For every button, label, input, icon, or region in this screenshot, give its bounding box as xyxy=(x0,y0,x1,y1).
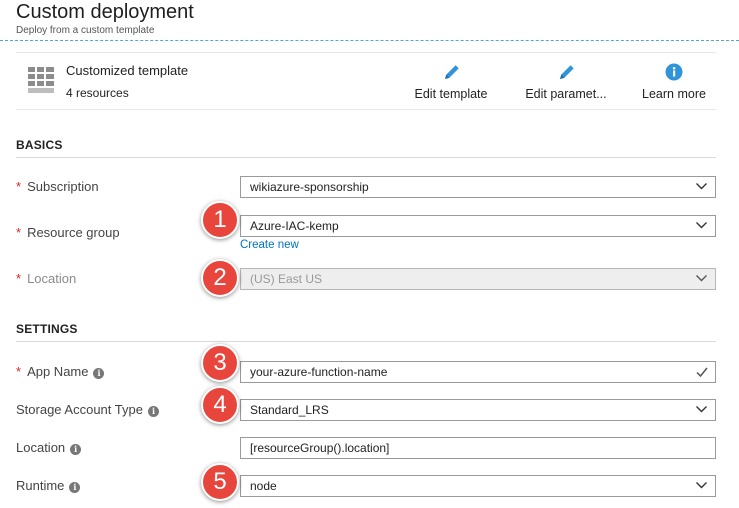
template-resource-count: 4 resources xyxy=(66,86,129,100)
callout-number-5: 5 xyxy=(201,463,239,501)
location-label: * Location xyxy=(16,271,77,286)
runtime-label: Runtime i xyxy=(16,478,81,493)
chevron-down-icon xyxy=(696,482,707,489)
section-settings-heading: SETTINGS xyxy=(16,322,716,342)
subscription-label: * Subscription xyxy=(16,179,99,194)
required-marker: * xyxy=(16,364,22,379)
runtime-select[interactable]: node xyxy=(240,475,716,497)
checkmark-icon xyxy=(696,367,708,378)
edit-template-label: Edit template xyxy=(414,87,488,101)
callout-number-4: 4 xyxy=(201,386,239,424)
chevron-down-icon xyxy=(696,183,707,190)
template-grid-icon xyxy=(28,67,54,93)
app-name-label: * App Name i xyxy=(16,364,105,379)
template-name: Customized template xyxy=(66,63,189,78)
required-marker: * xyxy=(16,271,22,286)
info-icon[interactable]: i xyxy=(70,444,82,455)
pencil-icon xyxy=(445,65,459,79)
edit-template-button[interactable]: Edit template xyxy=(408,62,494,101)
create-new-resource-group-link[interactable]: Create new xyxy=(240,239,299,251)
resource-group-select[interactable]: Azure-IAC-kemp xyxy=(240,215,716,237)
learn-more-button[interactable]: Learn more xyxy=(636,62,712,101)
chevron-down-icon xyxy=(696,275,707,282)
chevron-down-icon xyxy=(696,222,707,229)
resource-group-label: * Resource group xyxy=(16,225,120,240)
info-icon[interactable]: i xyxy=(147,406,159,417)
callout-number-2: 2 xyxy=(201,259,239,297)
edit-parameters-label: Edit paramet... xyxy=(525,87,607,101)
settings-location-label: Location i xyxy=(16,440,82,455)
subscription-select[interactable]: wikiazure-sponsorship xyxy=(240,176,716,198)
learn-more-label: Learn more xyxy=(642,87,706,101)
required-marker: * xyxy=(16,225,22,240)
settings-location-input[interactable]: [resourceGroup().location] xyxy=(240,437,716,459)
pencil-icon xyxy=(560,65,574,79)
section-basics-heading: BASICS xyxy=(16,138,716,158)
location-select: (US) East US xyxy=(240,268,716,290)
info-icon[interactable]: i xyxy=(69,482,81,493)
storage-account-type-label: Storage Account Type i xyxy=(16,402,159,417)
chevron-down-icon xyxy=(696,406,707,413)
edit-parameters-button[interactable]: Edit paramet... xyxy=(520,62,612,101)
required-marker: * xyxy=(16,179,22,194)
page-title: Custom deployment xyxy=(16,1,194,23)
callout-number-3: 3 xyxy=(201,344,239,382)
page-subtitle: Deploy from a custom template xyxy=(16,25,155,36)
info-icon[interactable]: i xyxy=(93,368,105,379)
app-name-input[interactable]: your-azure-function-name xyxy=(240,361,716,383)
callout-number-1: 1 xyxy=(201,201,239,239)
header-divider xyxy=(0,40,739,41)
info-icon xyxy=(665,63,683,81)
storage-account-type-select[interactable]: Standard_LRS xyxy=(240,399,716,421)
